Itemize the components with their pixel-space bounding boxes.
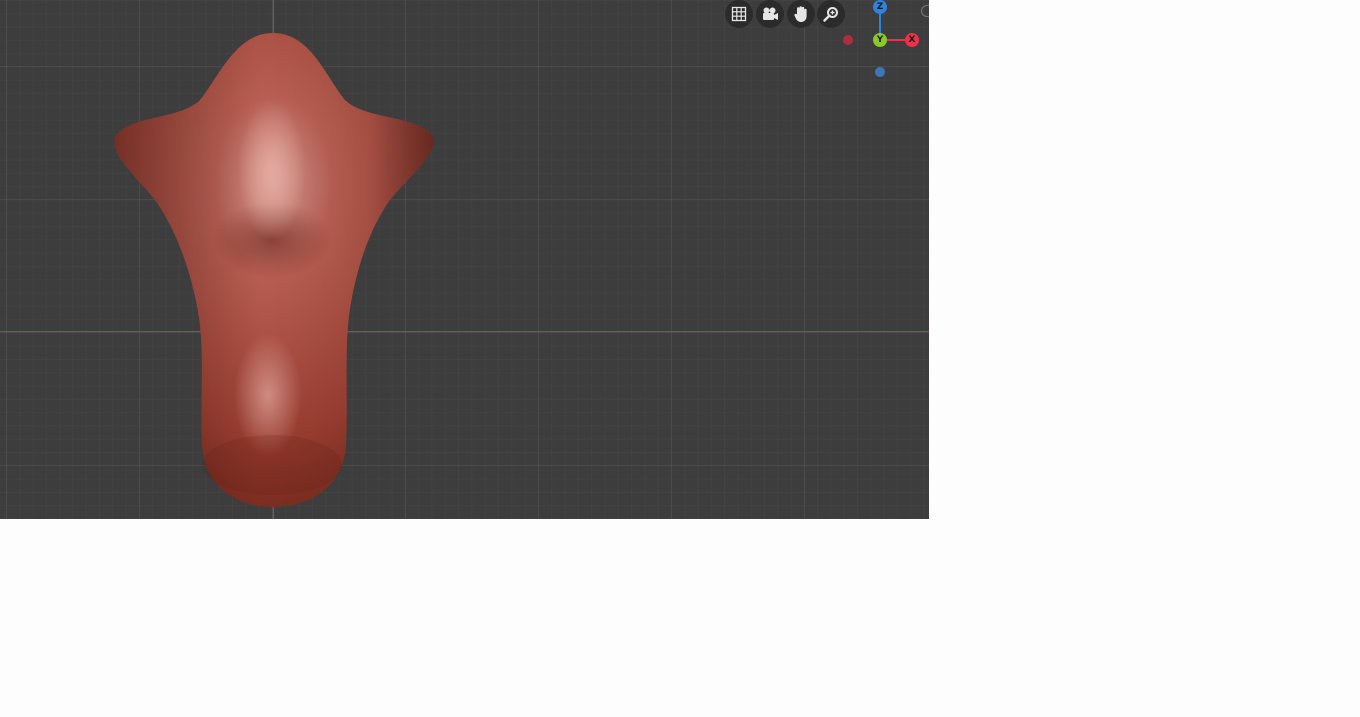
blank-area [929, 0, 1360, 717]
sculpt-mesh[interactable] [100, 25, 440, 511]
pan-view-button[interactable] [787, 0, 815, 28]
viewport-corner-handle[interactable] [921, 5, 929, 17]
gizmo-x-axis[interactable]: X [905, 33, 919, 47]
grid-icon [731, 6, 747, 22]
gizmo-y-axis[interactable]: Y [873, 33, 887, 47]
gizmo-neg-x-dot[interactable] [843, 35, 853, 45]
hand-pan-icon [794, 6, 807, 22]
toggle-grid-button[interactable] [725, 0, 753, 28]
camera-icon [763, 7, 778, 20]
gizmo-z-axis[interactable]: Z [873, 0, 887, 14]
camera-view-button[interactable] [756, 0, 784, 28]
gizmo-neg-y-dot[interactable] [875, 67, 885, 77]
blank-area-bottom [0, 519, 929, 717]
3d-viewport[interactable]: Z Y X [0, 0, 929, 519]
navigation-gizmo[interactable]: Z Y X [840, 0, 929, 80]
zoom-icon [823, 7, 838, 22]
